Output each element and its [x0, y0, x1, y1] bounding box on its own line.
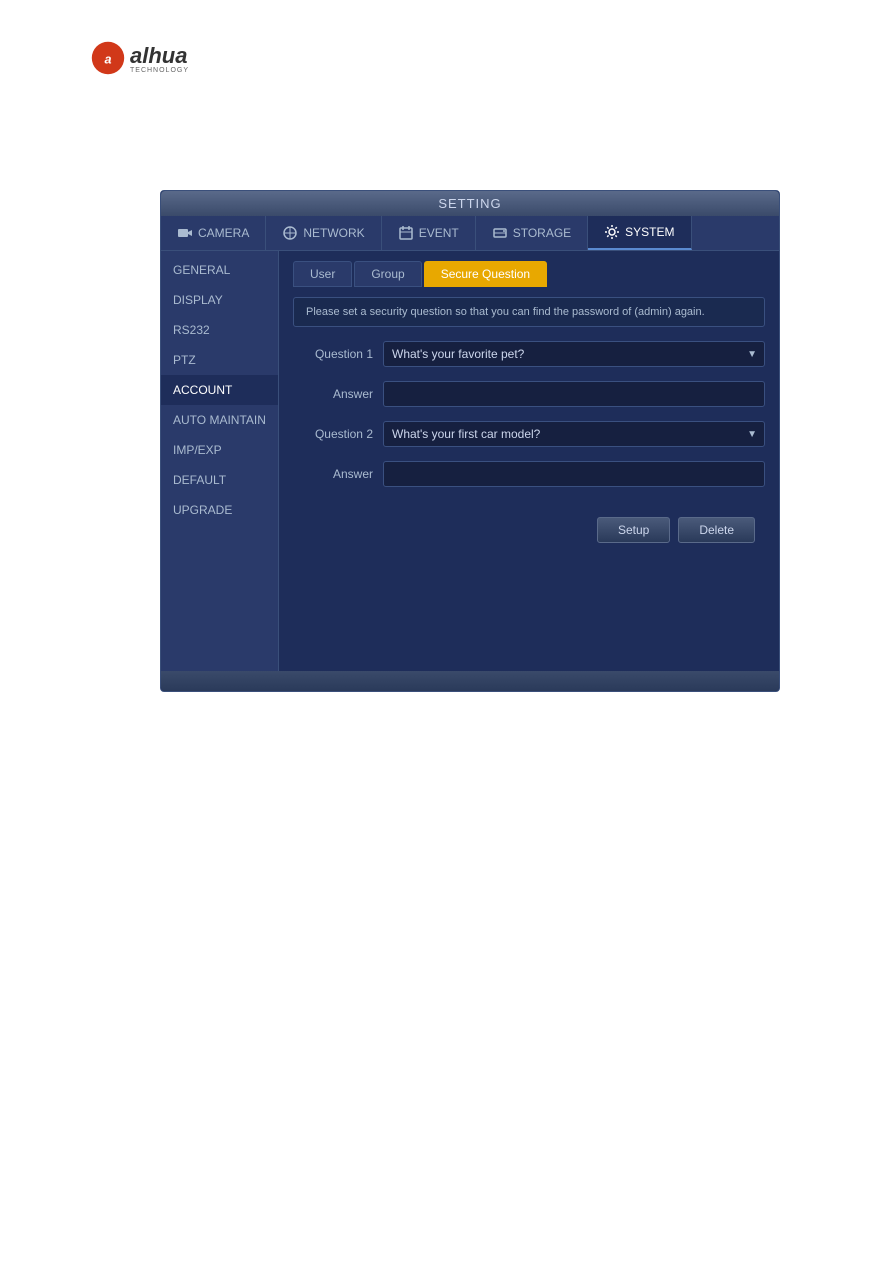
- info-panel: Please set a security question so that y…: [293, 297, 765, 327]
- answer1-input[interactable]: [383, 381, 765, 407]
- answer2-label: Answer: [293, 467, 373, 481]
- svg-text:a: a: [104, 52, 111, 66]
- question1-label: Question 1: [293, 347, 373, 361]
- delete-button[interactable]: Delete: [678, 517, 755, 543]
- question1-select[interactable]: What's your favorite pet? What's your mo…: [383, 341, 765, 367]
- info-message: Please set a security question so that y…: [306, 306, 705, 318]
- answer2-input[interactable]: [383, 461, 765, 487]
- sidebar-item-imp-exp[interactable]: IMP/EXP: [161, 435, 278, 465]
- logo-text: alhua: [130, 43, 187, 68]
- bottom-bar: [161, 671, 779, 691]
- event-icon: [398, 225, 414, 241]
- nav-label-camera: CAMERA: [198, 226, 249, 240]
- network-icon: [282, 225, 298, 241]
- nav-item-event[interactable]: EVENT: [382, 216, 476, 250]
- nav-label-storage: STORAGE: [513, 226, 571, 240]
- answer1-row: Answer: [293, 381, 765, 407]
- question1-select-wrapper: What's your favorite pet? What's your mo…: [383, 341, 765, 367]
- storage-icon: [492, 225, 508, 241]
- main-content: User Group Secure Question Please set a …: [279, 251, 779, 671]
- top-nav: CAMERA NETWORK EVENT: [161, 216, 779, 251]
- title-bar: SETTING: [161, 191, 779, 216]
- question2-label: Question 2: [293, 427, 373, 441]
- sidebar-item-upgrade[interactable]: UPGRADE: [161, 495, 278, 525]
- nav-item-network[interactable]: NETWORK: [266, 216, 381, 250]
- panel-title: SETTING: [438, 196, 501, 211]
- tab-group[interactable]: Group: [354, 261, 421, 287]
- button-row: Setup Delete: [293, 517, 765, 543]
- sidebar-item-display[interactable]: DISPLAY: [161, 285, 278, 315]
- system-icon: [604, 224, 620, 240]
- tab-secure-question[interactable]: Secure Question: [424, 261, 547, 287]
- answer1-label: Answer: [293, 387, 373, 401]
- question2-row: Question 2 What's your first car model? …: [293, 421, 765, 447]
- sidebar-item-auto-maintain[interactable]: AUTO MAINTAIN: [161, 405, 278, 435]
- main-panel: SETTING CAMERA NETWORK E: [160, 190, 780, 692]
- nav-label-network: NETWORK: [303, 226, 364, 240]
- sidebar: GENERAL DISPLAY RS232 PTZ ACCOUNT AUTO M…: [161, 251, 279, 671]
- nav-label-event: EVENT: [419, 226, 459, 240]
- nav-item-storage[interactable]: STORAGE: [476, 216, 588, 250]
- camera-icon: [177, 225, 193, 241]
- logo-area: a alhua TECHNOLOGY: [90, 40, 189, 76]
- question2-select-wrapper: What's your first car model? What's your…: [383, 421, 765, 447]
- sidebar-item-default[interactable]: DEFAULT: [161, 465, 278, 495]
- sidebar-item-ptz[interactable]: PTZ: [161, 345, 278, 375]
- sub-tabs: User Group Secure Question: [293, 261, 765, 287]
- nav-label-system: SYSTEM: [625, 225, 674, 239]
- logo-sub: TECHNOLOGY: [130, 67, 189, 74]
- nav-item-system[interactable]: SYSTEM: [588, 216, 691, 250]
- setup-button[interactable]: Setup: [597, 517, 670, 543]
- content-area: GENERAL DISPLAY RS232 PTZ ACCOUNT AUTO M…: [161, 251, 779, 671]
- sidebar-item-rs232[interactable]: RS232: [161, 315, 278, 345]
- sidebar-item-account[interactable]: ACCOUNT: [161, 375, 278, 405]
- answer2-row: Answer: [293, 461, 765, 487]
- dahua-logo-icon: a: [90, 40, 126, 76]
- sidebar-item-general[interactable]: GENERAL: [161, 255, 278, 285]
- tab-user[interactable]: User: [293, 261, 352, 287]
- nav-item-camera[interactable]: CAMERA: [161, 216, 266, 250]
- question2-select[interactable]: What's your first car model? What's your…: [383, 421, 765, 447]
- logo-container: a alhua TECHNOLOGY: [90, 40, 189, 76]
- question1-row: Question 1 What's your favorite pet? Wha…: [293, 341, 765, 367]
